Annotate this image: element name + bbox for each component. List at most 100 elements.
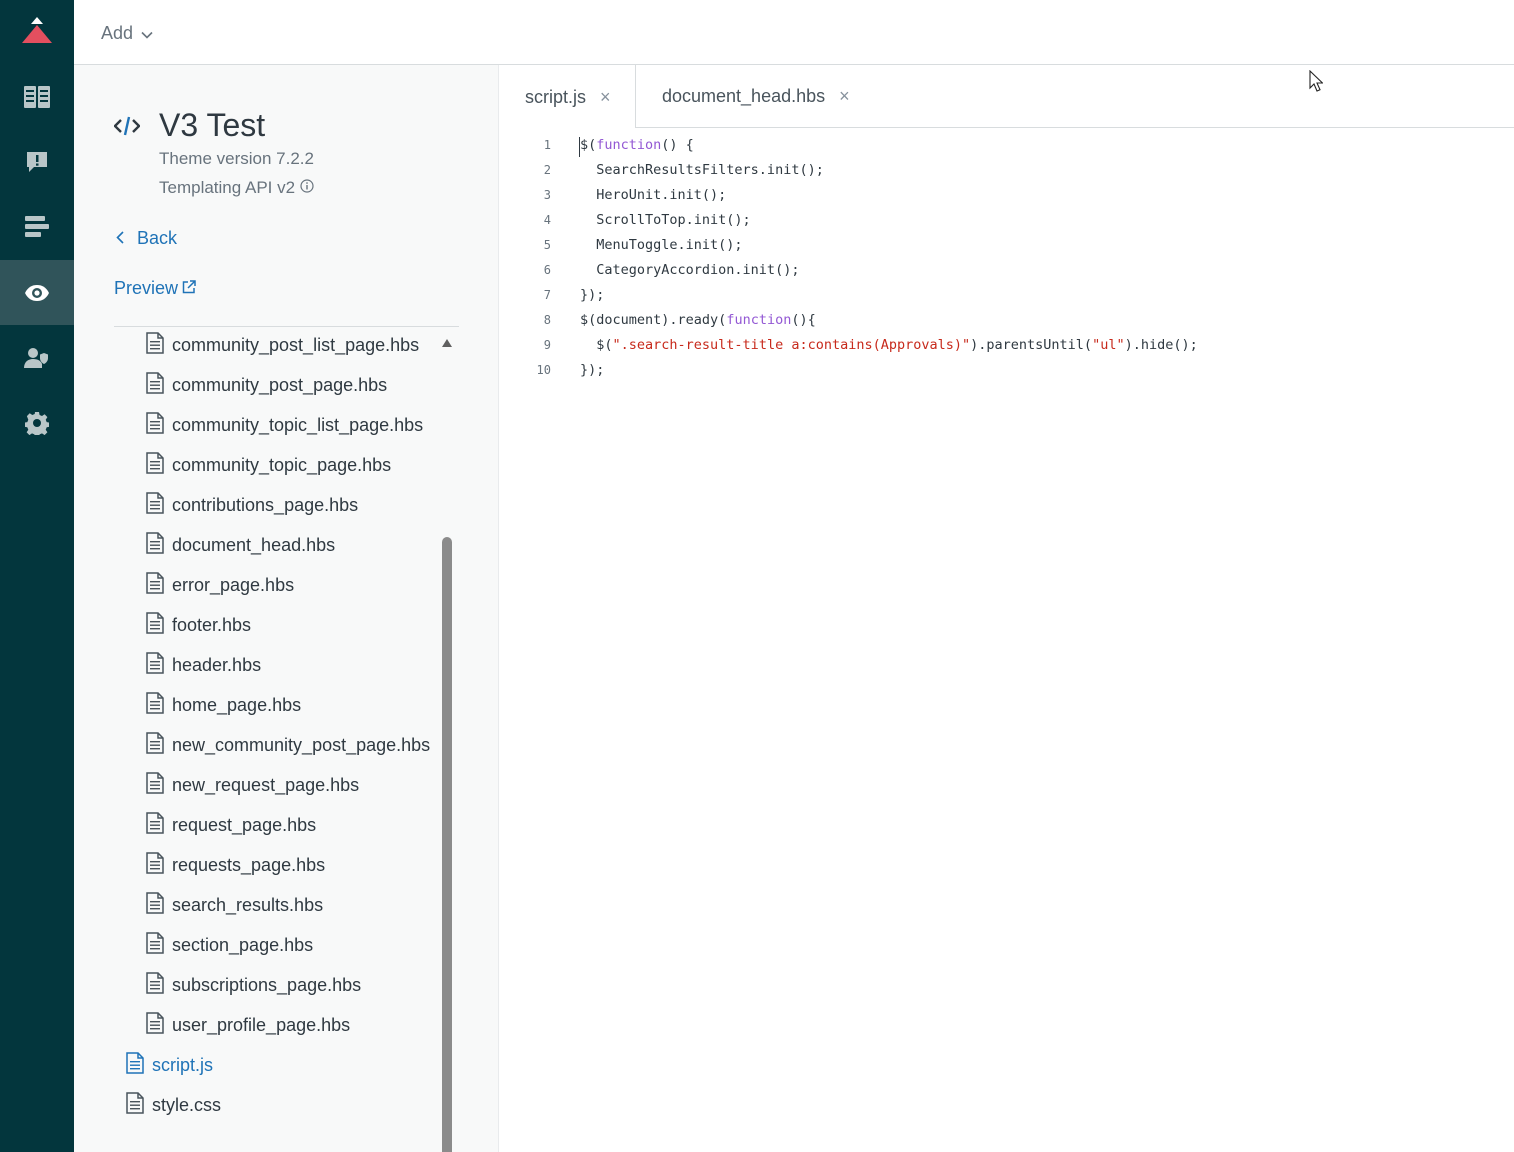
file-icon	[146, 451, 164, 479]
file-tree-scrollbar[interactable]	[441, 327, 453, 1152]
file-item[interactable]: new_community_post_page.hbs	[146, 725, 430, 765]
file-icon	[126, 1091, 144, 1119]
line-number: 5	[543, 237, 551, 252]
file-icon	[146, 651, 164, 679]
tab-document-head-hbs[interactable]: document_head.hbs ×	[662, 65, 850, 128]
line-number: 9	[543, 337, 551, 352]
code-line: 4 ScrollToTop.init();	[499, 207, 751, 232]
code-line: 10});	[499, 357, 605, 382]
tab-label: document_head.hbs	[662, 86, 826, 106]
line-number: 2	[543, 162, 551, 177]
theme-file-panel: V3 Test Theme version 7.2.2 Templating A…	[74, 65, 499, 1152]
file-item[interactable]: section_page.hbs	[146, 925, 313, 965]
code-text: ScrollToTop.init();	[580, 211, 751, 228]
file-icon	[146, 571, 164, 599]
file-name: community_topic_list_page.hbs	[172, 414, 424, 435]
file-item[interactable]: home_page.hbs	[146, 685, 301, 725]
code-token: "ul"	[1092, 336, 1125, 353]
file-item[interactable]: search_results.hbs	[146, 885, 323, 925]
file-icon	[146, 531, 164, 559]
file-icon	[146, 331, 164, 359]
file-name: search_results.hbs	[172, 894, 324, 915]
code-text: });	[580, 287, 604, 303]
file-item[interactable]: script.js	[126, 1045, 213, 1085]
code-line: 6 CategoryAccordion.init();	[499, 257, 800, 282]
code-editor[interactable]: 1 $(function() {2 SearchResultsFilters.in…	[499, 128, 1514, 1152]
file-name: script.js	[152, 1054, 214, 1075]
templating-api-label: Templating API v2	[159, 178, 296, 197]
file-item[interactable]: error_page.hbs	[146, 565, 294, 605]
code-token: SearchResultsFilters.init();	[580, 161, 824, 178]
file-name: subscriptions_page.hbs	[172, 974, 362, 995]
file-name: header.hbs	[172, 654, 262, 675]
file-name: home_page.hbs	[172, 694, 302, 715]
code-token: () {	[661, 136, 694, 153]
file-icon	[146, 731, 164, 759]
file-item[interactable]: header.hbs	[146, 645, 261, 685]
code-token: function	[726, 311, 792, 328]
nav-guide[interactable]	[0, 64, 74, 129]
file-icon	[146, 971, 164, 999]
file-name: requests_page.hbs	[172, 854, 326, 875]
code-token: HeroUnit.init();	[580, 186, 727, 203]
logo-mark-icon	[22, 17, 52, 43]
code-token: $(	[580, 336, 613, 353]
file-name: new_community_post_page.hbs	[172, 734, 431, 755]
file-name: request_page.hbs	[172, 814, 317, 835]
file-item[interactable]: subscriptions_page.hbs	[146, 965, 361, 1005]
file-tree: community_post_list_page.hbs community_po…	[114, 327, 439, 1152]
code-icon	[113, 115, 141, 142]
add-label: Add	[101, 22, 134, 43]
back-link[interactable]: Back	[116, 228, 177, 249]
file-item[interactable]: community_topic_list_page.hbs	[146, 405, 423, 445]
code-text: $(".search-result-title a:contains(Appro…	[580, 336, 1197, 353]
preview-label: Preview	[114, 278, 179, 298]
file-icon	[146, 771, 164, 799]
scroll-thumb[interactable]	[442, 537, 452, 1152]
line-number: 7	[543, 287, 551, 302]
code-text: $(document).ready(function(){	[580, 312, 816, 328]
file-icon	[146, 611, 164, 639]
file-item[interactable]: community_post_list_page.hbs	[146, 327, 419, 365]
line-number: 10	[536, 362, 551, 377]
code-token: MenuToggle.init();	[580, 236, 743, 253]
file-item[interactable]: style.css	[126, 1085, 221, 1125]
nav-user-permissions[interactable]	[0, 325, 74, 390]
zendesk-logo[interactable]	[0, 0, 74, 64]
theme-title: V3 Test	[159, 107, 266, 143]
code-token: });	[580, 286, 605, 303]
line-number: 8	[543, 312, 551, 327]
nav-arrange[interactable]	[0, 194, 74, 259]
tab-script-js[interactable]: script.js ×	[499, 65, 636, 129]
top-bar: Add	[74, 0, 1514, 65]
file-item[interactable]: request_page.hbs	[146, 805, 316, 845]
scroll-up-arrow-icon[interactable]	[441, 335, 453, 347]
file-item[interactable]: requests_page.hbs	[146, 845, 325, 885]
file-icon	[146, 1011, 164, 1039]
file-item[interactable]: footer.hbs	[146, 605, 251, 645]
nav-alerts[interactable]	[0, 129, 74, 194]
nav-theme-preview[interactable]	[0, 260, 74, 325]
file-item[interactable]: community_post_page.hbs	[146, 365, 387, 405]
file-icon	[146, 371, 164, 399]
chevron-left-icon	[116, 228, 124, 249]
info-icon[interactable]	[300, 178, 314, 198]
code-token: ScrollToTop.init();	[580, 211, 751, 228]
external-link-icon	[182, 278, 196, 299]
preview-link[interactable]: Preview	[114, 278, 196, 299]
file-icon	[146, 811, 164, 839]
add-dropdown-button[interactable]: Add	[101, 20, 153, 46]
close-icon[interactable]: ×	[600, 87, 611, 108]
close-icon[interactable]: ×	[839, 86, 850, 107]
nav-settings[interactable]	[0, 390, 74, 455]
file-item[interactable]: document_head.hbs	[146, 525, 335, 565]
line-number: 6	[543, 262, 551, 277]
code-token: (){	[791, 311, 816, 328]
file-item[interactable]: user_profile_page.hbs	[146, 1005, 350, 1045]
code-text: SearchResultsFilters.init();	[580, 162, 824, 178]
file-icon	[146, 691, 164, 719]
file-item[interactable]: contributions_page.hbs	[146, 485, 358, 525]
file-item[interactable]: community_topic_page.hbs	[146, 445, 391, 485]
file-name: user_profile_page.hbs	[172, 1014, 351, 1035]
file-item[interactable]: new_request_page.hbs	[146, 765, 359, 805]
